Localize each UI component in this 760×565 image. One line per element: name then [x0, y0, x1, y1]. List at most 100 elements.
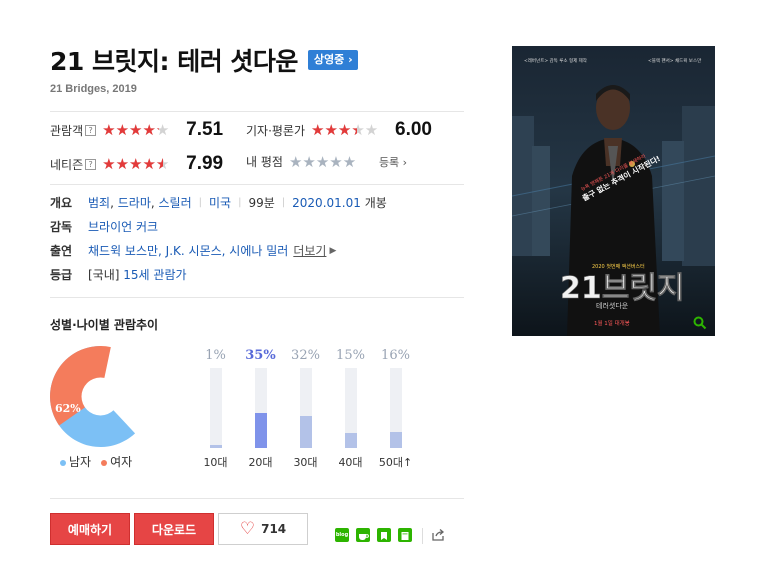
age-rating-link[interactable]: 15세 관람가 — [123, 266, 186, 283]
cast-links[interactable]: 채드윅 보스만, J.K. 시몬스, 시에나 밀러 — [88, 242, 288, 259]
title-row: 21 브릿지: 테러 셧다운 상영중 › — [50, 42, 358, 78]
cast-row: 출연 채드윅 보스만, J.K. 시몬스, 시에나 밀러 더보기 ▶ — [50, 242, 336, 259]
genre-link[interactable]: 스릴러 — [159, 194, 192, 211]
netizen-score: 7.99 — [186, 153, 224, 174]
share-icon[interactable] — [430, 527, 446, 547]
age-label: 50대↑ — [378, 456, 413, 469]
movie-subtitle: 21 Bridges, 2019 — [50, 83, 137, 95]
director-link[interactable]: 브라이언 커크 — [88, 218, 158, 235]
audience-rating: 관람객? ★★★★★★★★★★ 7.51 — [50, 119, 223, 141]
age-rating-label: 등급 — [50, 268, 73, 282]
age-rating-row: 등급 [국내] 15세 관람가 — [50, 266, 187, 283]
gender-pie-chart: 62% 38% — [50, 346, 145, 447]
zoom-icon[interactable] — [693, 316, 707, 330]
like-button[interactable]: ♡ 714 — [218, 513, 308, 545]
bar-fill — [389, 432, 402, 448]
my-rating: 내 평점 ★★★★★ 등록 › — [246, 153, 407, 170]
runtime: 99분 — [248, 196, 275, 210]
bar-fill — [344, 433, 357, 448]
legend-male-label: 남자 — [69, 455, 92, 469]
gender-legend: 남자 여자 — [60, 453, 132, 470]
legend-female: 여자 — [101, 453, 132, 470]
my-rating-label: 내 평점 — [246, 155, 283, 169]
bar-track — [254, 368, 267, 448]
bookmark-icon[interactable] — [377, 528, 391, 542]
female-dot-icon — [101, 459, 108, 466]
reserve-button[interactable]: 예매하기 — [50, 513, 130, 545]
age-label: 20대 — [248, 456, 273, 469]
my-rating-stars[interactable]: ★★★★★ — [289, 154, 369, 170]
critic-stars: ★★★★★★★★★★ — [311, 121, 379, 139]
age-bar-chart: 1% 10대 35% 20대 32% 30대 15% 40대 16% 50대↑ — [193, 348, 418, 470]
critic-rating-label: 기자·평론가 — [246, 123, 306, 138]
bar-fill — [209, 445, 222, 448]
female-pct-label: 38% — [119, 378, 145, 391]
audience-rating-label: 관람객 — [50, 123, 84, 138]
poster-kicker: 2020 첫번째 액션버스터 — [592, 263, 645, 270]
genre-link[interactable]: 드라마 — [118, 194, 151, 211]
overview-row: 개요 범죄, 드라마, 스릴러 | 미국 | 99분 | 2020.01.01 … — [50, 194, 387, 211]
director-label: 감독 — [50, 220, 73, 234]
director-row: 감독 브라이언 커크 — [50, 218, 158, 235]
blog-icon-label: blog — [335, 532, 349, 538]
audience-trend-title: 성별·나이별 관람추이 — [50, 318, 159, 332]
download-button[interactable]: 다운로드 — [134, 513, 214, 545]
age-label: 30대 — [293, 456, 318, 469]
bar-fill — [254, 413, 267, 448]
release-date-link[interactable]: 2020.01.01 — [292, 196, 361, 210]
bar-track — [299, 368, 312, 448]
blog-icon[interactable]: blog — [335, 528, 349, 542]
age-pct: 15% — [336, 348, 365, 363]
overview-label: 개요 — [50, 196, 73, 210]
poster-artwork: <레버넌트> 감독 루소 형제 제작 <블랙 팬서> 채드윅 보스만 뉴욕 맨해… — [512, 46, 715, 336]
divider — [50, 498, 464, 499]
poster-subtitle: 테러셧다운 — [596, 301, 629, 310]
genre-link[interactable]: 범죄 — [88, 194, 110, 211]
share-separator — [422, 528, 423, 544]
register-rating-link[interactable]: 등록 › — [379, 154, 407, 170]
audience-stars: ★★★★★★★★★★ — [102, 121, 170, 139]
help-icon[interactable]: ? — [85, 158, 97, 170]
status-badge-label: 상영중 — [313, 53, 345, 66]
divider — [50, 297, 464, 298]
age-label: 40대 — [338, 456, 363, 469]
like-count: 714 — [261, 522, 287, 536]
bar-fill — [299, 416, 312, 448]
audience-score: 7.51 — [186, 119, 224, 140]
male-dot-icon — [60, 459, 66, 466]
register-rating-label: 등록 — [378, 155, 400, 169]
memo-icon[interactable] — [398, 528, 412, 542]
netizen-stars: ★★★★★ ★★★★★ — [102, 155, 170, 173]
poster-top-left-text: <레버넌트> 감독 루소 형제 제작 — [524, 57, 587, 64]
poster-top-right-text: <블랙 팬서> 채드윅 보스만 — [648, 57, 701, 64]
age-label: 10대 — [203, 456, 228, 469]
help-icon[interactable]: ? — [85, 124, 97, 136]
age-rating-prefix: [국내] — [88, 268, 120, 282]
release-suffix: 개봉 — [364, 196, 387, 210]
heart-icon: ♡ — [239, 519, 256, 539]
cafe-icon[interactable] — [356, 528, 370, 542]
age-pct: 1% — [205, 348, 226, 363]
status-badge[interactable]: 상영중 › — [307, 50, 358, 70]
critic-rating: 기자·평론가 ★★★★★★★★★★ 6.00 — [246, 119, 432, 141]
age-bar: 16% 50대↑ — [373, 348, 418, 470]
age-bar: 15% 40대 — [328, 348, 373, 470]
bar-track — [344, 368, 357, 448]
legend-male: 남자 — [60, 453, 91, 470]
bar-track — [209, 368, 222, 448]
country-link[interactable]: 미국 — [209, 194, 231, 211]
more-cast-link[interactable]: 더보기 — [293, 242, 326, 259]
age-pct: 16% — [381, 348, 410, 363]
netizen-rating: 네티즌? ★★★★★ ★★★★★ 7.99 — [50, 153, 223, 175]
arrow-right-icon: ▶ — [329, 245, 337, 256]
age-bar: 1% 10대 — [193, 348, 238, 470]
movie-poster[interactable]: <레버넌트> 감독 루소 형제 제작 <블랙 팬서> 채드윅 보스만 뉴욕 맨해… — [512, 46, 715, 336]
legend-female-label: 여자 — [110, 455, 133, 469]
pie-hole — [81, 377, 120, 416]
age-bar: 35% 20대 — [238, 348, 283, 470]
cast-label: 출연 — [50, 244, 73, 258]
age-pct: 35% — [245, 348, 276, 363]
divider — [50, 111, 464, 112]
movie-title: 21 브릿지: 테러 셧다운 — [50, 47, 298, 76]
bar-track — [389, 368, 402, 448]
